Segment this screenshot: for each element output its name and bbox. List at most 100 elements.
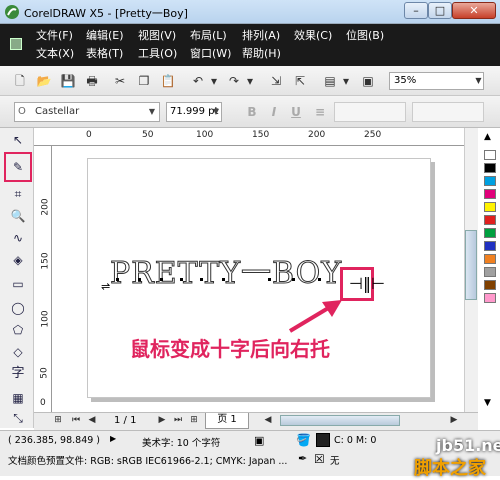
swatch-magenta[interactable] — [484, 189, 496, 199]
font-list-select[interactable]: Castellar — [14, 102, 160, 122]
outline-pen-icon[interactable]: ✒ — [298, 452, 307, 465]
swatch-pink[interactable] — [484, 293, 496, 303]
menu-file[interactable]: 文件(F) — [36, 28, 73, 44]
palette-arrow-icon[interactable]: ▲ — [484, 132, 491, 142]
undo-icon[interactable]: ↶ — [190, 73, 206, 89]
fill-color-swatch[interactable] — [316, 433, 330, 447]
underline-button[interactable]: U — [288, 104, 304, 120]
fill-bucket-icon[interactable]: 🪣 — [296, 433, 311, 447]
swatch-gray[interactable] — [484, 267, 496, 277]
export-icon[interactable]: ⇱ — [292, 73, 308, 89]
vertical-ruler[interactable]: 200 150 100 50 0 — [34, 146, 52, 412]
text-node[interactable] — [200, 278, 203, 281]
redo-icon[interactable]: ↷ — [226, 73, 242, 89]
text-node[interactable] — [318, 278, 321, 281]
save-icon[interactable]: 💾 — [60, 73, 76, 89]
menu-text[interactable]: 文本(X) — [36, 46, 74, 62]
page-tab[interactable]: 页 1 — [205, 413, 249, 429]
freehand-tool-icon[interactable]: ∿ — [8, 228, 28, 248]
next-page-icon[interactable]: ▶ — [156, 414, 168, 426]
first-page-icon[interactable]: ⏮ — [70, 414, 82, 426]
rectangle-tool-icon[interactable]: ▭ — [8, 274, 28, 294]
line-spacing-field[interactable] — [412, 102, 484, 122]
text-node[interactable] — [160, 278, 163, 281]
crop-tool-icon[interactable]: ⌗ — [8, 184, 28, 204]
open-folder-icon[interactable]: 📂 — [36, 73, 52, 89]
menu-help[interactable]: 帮助(H) — [242, 46, 281, 62]
swatch-brown[interactable] — [484, 280, 496, 290]
menu-bitmaps[interactable]: 位图(B) — [346, 28, 384, 44]
copy-icon[interactable]: ❐ — [136, 73, 152, 89]
menu-arrange[interactable]: 排列(A) — [242, 28, 280, 44]
undo-dropdown-icon[interactable]: ▾ — [206, 73, 222, 89]
smart-fill-icon[interactable]: ◈ — [8, 250, 28, 270]
polygon-tool-icon[interactable]: ⬠ — [8, 320, 28, 340]
add-page-icon[interactable]: ⊞ — [52, 414, 64, 426]
new-document-icon[interactable]: 🗋 — [12, 73, 28, 89]
table-tool-icon[interactable]: ▦ — [8, 388, 28, 408]
text-tool-icon[interactable]: 字 — [8, 364, 28, 384]
scroll-left-icon[interactable]: ◀ — [262, 414, 274, 426]
size-dropdown-icon[interactable]: ▼ — [210, 102, 222, 122]
launcher-dropdown-icon[interactable]: ▾ — [338, 73, 354, 89]
swatch-yellow[interactable] — [484, 202, 496, 212]
ruler-label: 150 — [252, 130, 270, 140]
menu-effects[interactable]: 效果(C) — [294, 28, 332, 44]
swatch-green[interactable] — [484, 228, 496, 238]
menu-edit[interactable]: 编辑(E) — [86, 28, 124, 44]
text-node[interactable] — [116, 278, 119, 281]
vertical-scroll-thumb[interactable] — [465, 230, 477, 300]
menu-window[interactable]: 窗口(W) — [190, 46, 231, 62]
swatch-white[interactable] — [484, 150, 496, 160]
text-node[interactable] — [138, 278, 141, 281]
italic-button[interactable]: I — [266, 104, 282, 120]
dimension-tool-icon[interactable]: ⤡ — [8, 408, 28, 428]
last-page-icon[interactable]: ⏭ — [172, 414, 184, 426]
scroll-right-icon[interactable]: ▶ — [448, 414, 460, 426]
horizontal-scroll-thumb[interactable] — [280, 415, 400, 426]
swatch-cyan[interactable] — [484, 176, 496, 186]
zoom-level-select[interactable]: 35% — [389, 72, 484, 90]
artistic-text-object[interactable]: PRETTY一BOY — [109, 248, 342, 292]
zoom-tool-icon[interactable]: 🔍 — [8, 206, 28, 226]
menu-layout[interactable]: 布局(L) — [190, 28, 227, 44]
color-profile-info[interactable]: 文档颜色预置文件: RGB: sRGB IEC61966-2.1; CMYK: … — [8, 453, 287, 467]
chevron-down-icon[interactable]: ▼ — [473, 72, 484, 90]
menu-tools[interactable]: 工具(O) — [138, 46, 177, 62]
bold-button[interactable]: B — [244, 104, 260, 120]
swatch-orange[interactable] — [484, 254, 496, 264]
ellipse-tool-icon[interactable]: ◯ — [8, 298, 28, 318]
swatch-black[interactable] — [484, 163, 496, 173]
text-node[interactable] — [292, 278, 295, 281]
horizontal-ruler[interactable]: 0 50 100 150 200 250 — [34, 128, 464, 146]
basic-shapes-icon[interactable]: ◇ — [8, 342, 28, 362]
font-dropdown-icon[interactable]: ▼ — [146, 102, 158, 122]
text-node[interactable] — [222, 278, 225, 281]
character-spacing-field[interactable] — [334, 102, 406, 122]
close-button[interactable]: ✕ — [452, 2, 496, 19]
menu-table[interactable]: 表格(T) — [86, 46, 123, 62]
import-icon[interactable]: ⇲ — [268, 73, 284, 89]
text-node[interactable] — [180, 278, 183, 281]
paste-icon[interactable]: 📋 — [160, 73, 176, 89]
print-icon[interactable]: 🖶 — [84, 73, 100, 89]
maximize-button[interactable]: □ — [428, 2, 452, 19]
add-page-after-icon[interactable]: ⊞ — [188, 414, 200, 426]
application-launcher-icon[interactable]: ▤ — [322, 73, 338, 89]
fill-color-values: C: 0 M: 0 — [334, 435, 377, 446]
previous-page-icon[interactable]: ◀ — [86, 414, 98, 426]
expand-arrow-icon[interactable]: ▶ — [110, 434, 116, 443]
palette-arrow-down-icon[interactable]: ▼ — [484, 398, 491, 408]
welcome-screen-icon[interactable]: ▣ — [360, 73, 376, 89]
redo-dropdown-icon[interactable]: ▾ — [242, 73, 258, 89]
menu-view[interactable]: 视图(V) — [138, 28, 176, 44]
swatch-blue[interactable] — [484, 241, 496, 251]
text-node[interactable] — [268, 278, 271, 281]
minimize-button[interactable]: – — [404, 2, 428, 19]
cut-icon[interactable]: ✂ — [112, 73, 128, 89]
swatch-red[interactable] — [484, 215, 496, 225]
text-anchor-icon: ⇌ — [101, 280, 111, 293]
align-icon[interactable]: ≡ — [312, 104, 328, 120]
pick-tool-icon[interactable]: ↖ — [8, 130, 28, 150]
shape-tool-icon[interactable]: ✎ — [8, 157, 28, 177]
